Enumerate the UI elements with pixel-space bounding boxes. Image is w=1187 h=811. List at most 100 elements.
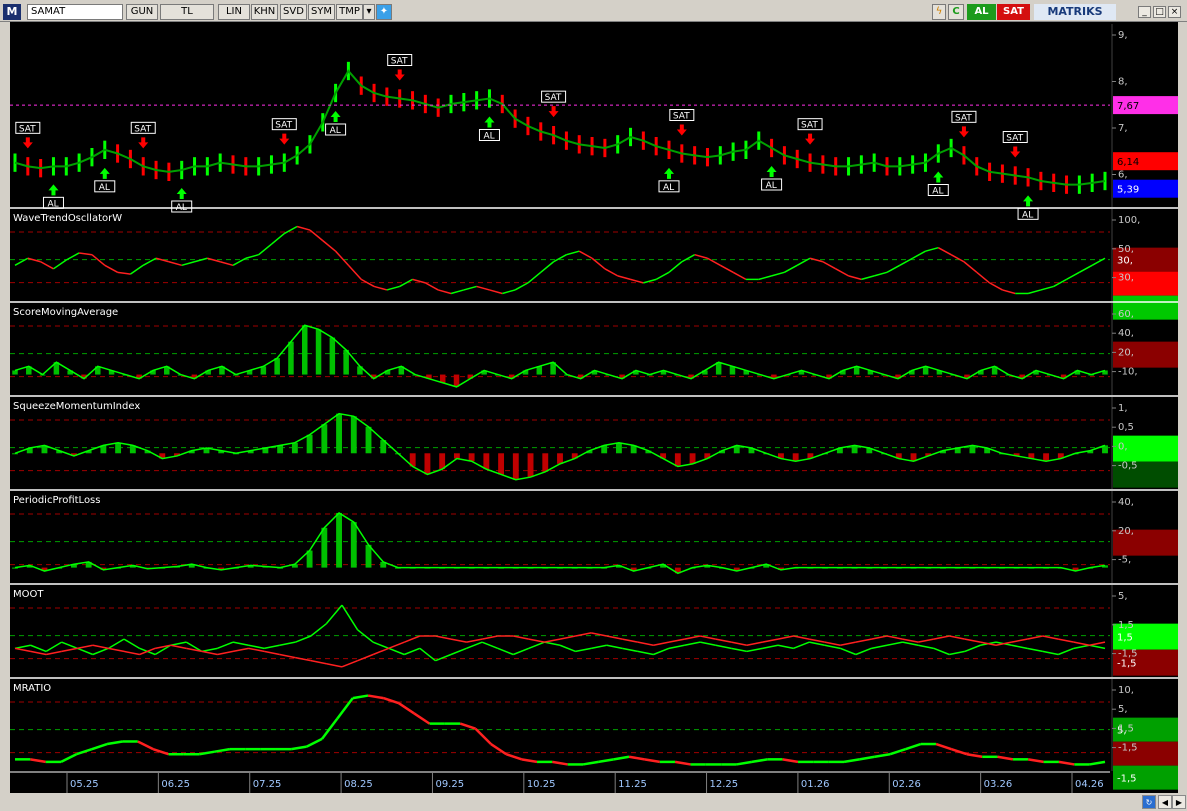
y-tick-label: 40, — [1118, 497, 1134, 508]
khn-button[interactable]: KHN — [251, 4, 278, 20]
y-tick-label: 20, — [1118, 347, 1134, 358]
chart-area[interactable]: 7,676,145,399,8,7,6,ALALALALALAL ALALALSA… — [0, 22, 1187, 795]
histogram-bar — [557, 453, 563, 464]
lightning-icon[interactable]: ϟ — [932, 4, 946, 20]
histogram-bar — [542, 453, 549, 472]
histogram-bar — [851, 445, 858, 454]
scroll-right-icon[interactable]: ▶ — [1172, 795, 1186, 809]
x-tick-label: 05.25 — [70, 779, 99, 790]
sell-label-text: SAT — [1006, 134, 1023, 144]
histogram-bar — [336, 512, 342, 568]
histogram-bar — [336, 413, 342, 454]
histogram-bar — [343, 349, 349, 375]
histogram-bar — [1043, 453, 1050, 462]
linear-button[interactable]: LIN — [218, 4, 250, 20]
histogram-bar — [329, 337, 336, 375]
sell-label-text: SAT — [801, 121, 818, 131]
period-day-button[interactable]: GUN — [126, 4, 158, 20]
symbol-field[interactable]: SAMAT — [27, 4, 123, 20]
y-tick-label: 10, — [1118, 685, 1134, 696]
x-tick-label: 09.25 — [435, 779, 464, 790]
y-tick-label: 1,5 — [1118, 620, 1134, 631]
histogram-bar — [350, 416, 357, 454]
tmp-button[interactable]: TMP — [336, 4, 363, 20]
histogram-bar — [291, 442, 298, 454]
x-tick-label: 10.25 — [527, 779, 556, 790]
histogram-bar — [424, 453, 431, 475]
histogram-bar — [306, 434, 313, 454]
y-tick-label: 60, — [1118, 309, 1134, 320]
minimize-icon[interactable]: _ — [1138, 6, 1151, 18]
histogram-bar — [288, 341, 294, 375]
sell-label-text: SAT — [134, 124, 151, 134]
buy-label-text: AL — [99, 183, 110, 193]
y-tick-label: 6, — [1118, 170, 1128, 181]
y-tick-label: 5, — [1118, 591, 1128, 602]
x-tick-label: 03.26 — [984, 779, 1013, 790]
buy-label-text: AL — [483, 132, 494, 142]
sell-label-text: SAT — [19, 124, 36, 134]
sell-button[interactable]: SAT — [997, 4, 1030, 20]
buy-button[interactable]: AL — [967, 4, 996, 20]
panel-title: MOOT — [13, 589, 44, 600]
price-label-text: 7,67 — [1117, 101, 1139, 112]
histogram-bar — [321, 527, 328, 568]
histogram-bar — [321, 424, 328, 454]
buy-label-text: AL — [330, 126, 341, 136]
histogram-bar — [674, 453, 681, 467]
x-tick-label: 07.25 — [253, 779, 282, 790]
y-tick-label: -5, — [1118, 555, 1131, 566]
histogram-bar — [483, 453, 490, 470]
connection-c-icon[interactable]: C — [948, 4, 964, 20]
y-tick-label: 9, — [1118, 30, 1128, 41]
histogram-bar — [468, 453, 475, 462]
histogram-bar — [277, 445, 284, 454]
close-icon[interactable]: × — [1168, 6, 1181, 18]
sell-label-text: SAT — [955, 113, 972, 123]
x-tick-label: 11.25 — [618, 779, 647, 790]
status-bar: ↻ ◀ ▶ — [0, 795, 1187, 811]
histogram-bar — [453, 453, 460, 459]
svd-button[interactable]: SVD — [280, 4, 307, 20]
histogram-bar — [12, 370, 18, 375]
x-tick-label: 02.26 — [892, 779, 921, 790]
y-tick-label: -1,5 — [1118, 649, 1138, 660]
panel-title: SqueezeMomentumIndex — [13, 401, 140, 412]
x-tick-label: 04.26 — [1075, 779, 1104, 790]
histogram-bar — [969, 445, 976, 454]
x-tick-label: 08.25 — [344, 779, 373, 790]
histogram-bar — [315, 329, 322, 375]
y-tick-label: -0,5 — [1118, 461, 1138, 472]
brand-logo: MATRIKS — [1034, 4, 1116, 20]
sell-label-text: SAT — [391, 57, 408, 67]
x-tick-label: 12.25 — [710, 779, 739, 790]
histogram-bar — [527, 453, 534, 478]
y-tick-label: -1,5 — [1118, 743, 1138, 754]
currency-tl-button[interactable]: TL — [160, 4, 214, 20]
app-logo-icon: M — [3, 4, 21, 20]
buy-label-text: AL — [663, 183, 674, 193]
sym-button[interactable]: SYM — [308, 4, 335, 20]
sell-label-text: SAT — [673, 112, 690, 122]
toolbar: M SAMAT GUN TL LIN KHN SVD SYM TMP ▾ ✦ ϟ… — [0, 0, 1187, 22]
histogram-bar — [689, 453, 696, 464]
buy-label-text: AL — [1022, 210, 1033, 220]
dropdown-chevron-icon[interactable]: ▾ — [363, 4, 375, 20]
y-tick-label: 100, — [1118, 215, 1140, 226]
y-tick-label: 5, — [1118, 704, 1128, 715]
maximize-icon[interactable]: □ — [1153, 6, 1166, 18]
sync-icon[interactable]: ↻ — [1142, 795, 1156, 809]
price-label-text: 5,39 — [1117, 185, 1139, 196]
histogram-bar — [365, 426, 372, 454]
value-label-text: -1,5 — [1117, 659, 1137, 670]
scroll-left-icon[interactable]: ◀ — [1158, 795, 1172, 809]
panel-title: ScoreMovingAverage — [13, 307, 118, 318]
histogram-bar — [12, 453, 18, 455]
buy-label-text: AL — [932, 187, 943, 197]
histogram-bar — [615, 442, 622, 454]
twitter-bird-icon[interactable]: ✦ — [376, 4, 392, 20]
histogram-bar — [274, 358, 280, 375]
histogram-bar — [115, 442, 122, 454]
y-tick-label: 1,5 — [1118, 723, 1134, 734]
y-tick-label: 7, — [1118, 123, 1128, 134]
